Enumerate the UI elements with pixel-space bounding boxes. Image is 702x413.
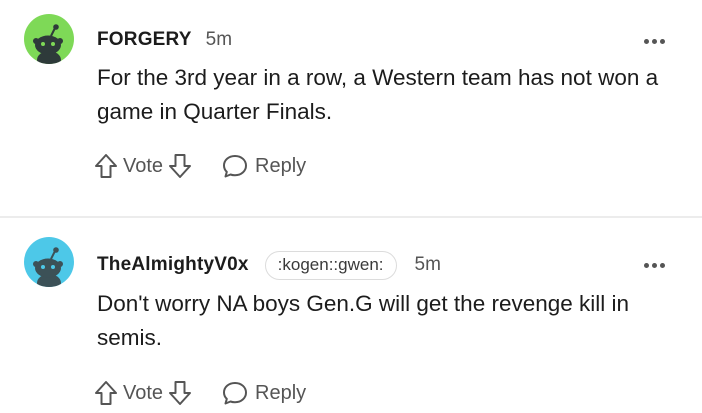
comment-divider xyxy=(0,216,702,218)
comment-thread: FORGERY 5m For the 3rd year in a row, a … xyxy=(0,0,702,413)
comment-timestamp: 5m xyxy=(414,254,441,275)
downvote-button[interactable] xyxy=(167,379,193,407)
comment-body: Don't worry NA boys Gen.G will get the r… xyxy=(97,291,630,350)
snoo-avatar-icon xyxy=(24,237,74,287)
user-flair: :kogen::gwen: xyxy=(264,250,397,280)
comment-meta: FORGERY 5m xyxy=(97,25,232,55)
downvote-button[interactable] xyxy=(167,152,193,180)
comment-body: For the 3rd year in a row, a Western tea… xyxy=(97,65,659,124)
more-options-button[interactable] xyxy=(636,29,672,53)
comment-timestamp: 5m xyxy=(205,29,233,50)
more-options-icon xyxy=(642,262,666,268)
upvote-arrow-icon xyxy=(95,381,117,405)
user-avatar[interactable] xyxy=(24,237,74,287)
vote-label: Vote xyxy=(123,381,164,404)
more-options-button[interactable] xyxy=(636,253,672,277)
reply-button[interactable]: Reply xyxy=(221,152,306,180)
downvote-arrow-icon xyxy=(169,154,192,178)
snoo-avatar-icon xyxy=(24,14,74,64)
user-avatar[interactable] xyxy=(24,14,74,64)
username[interactable]: TheAlmightyV0x xyxy=(97,254,249,276)
vote-group: Vote xyxy=(93,152,193,180)
downvote-arrow-icon xyxy=(169,381,192,405)
username[interactable]: FORGERY xyxy=(97,29,192,51)
vote-label: Vote xyxy=(123,154,164,177)
vote-group: Vote xyxy=(93,379,193,407)
comment: FORGERY 5m For the 3rd year in a row, a … xyxy=(0,0,702,218)
upvote-button[interactable] xyxy=(93,152,119,180)
reply-label: Reply xyxy=(255,381,307,404)
more-options-icon xyxy=(642,38,666,44)
upvote-arrow-icon xyxy=(95,154,117,178)
upvote-button[interactable] xyxy=(93,379,119,407)
reply-bubble-icon xyxy=(223,155,248,178)
comment-actions: Vote Reply xyxy=(93,376,306,410)
comment-meta: TheAlmightyV0x :kogen::gwen: 5m xyxy=(97,250,441,280)
reply-button[interactable]: Reply xyxy=(221,379,306,407)
reply-bubble-icon xyxy=(223,382,248,405)
reply-label: Reply xyxy=(255,154,307,177)
comment: TheAlmightyV0x :kogen::gwen: 5m Don't wo… xyxy=(0,219,702,413)
comment-actions: Vote Reply xyxy=(93,149,306,183)
